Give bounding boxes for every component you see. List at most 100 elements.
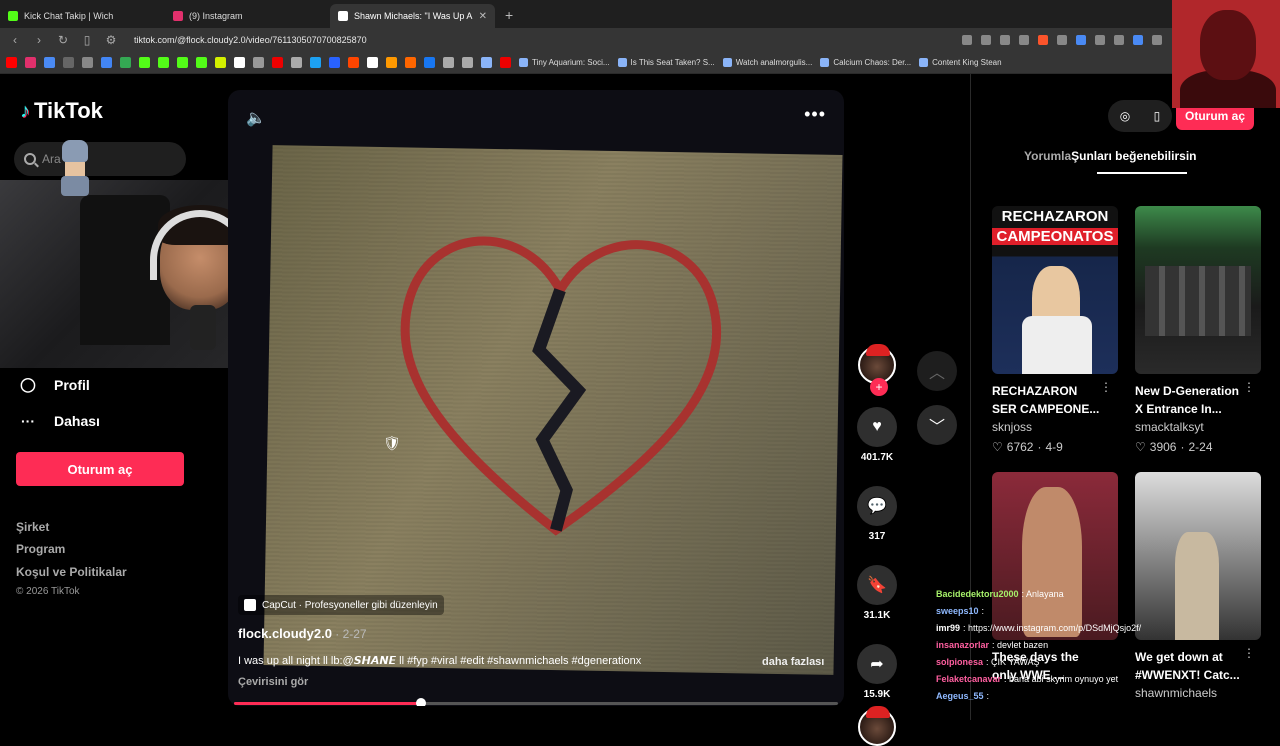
compass-icon[interactable]: ◎ (1120, 109, 1130, 123)
bookmark-icon[interactable] (6, 57, 17, 68)
save-button[interactable]: 🔖 (857, 565, 897, 605)
browser-tab-tiktok[interactable]: Shawn Michaels: "I Was Up A ✕ (330, 4, 495, 28)
card-more-icon[interactable]: ⋮ (1243, 380, 1255, 394)
save-count: 31.1K (863, 610, 891, 621)
bookmark-icon[interactable] (158, 57, 169, 68)
extension-icon[interactable] (1095, 35, 1105, 45)
card-more-icon[interactable]: ⋮ (1243, 646, 1255, 660)
capcut-badge[interactable]: CapCut · Profesyoneller gibi düzenleyin (238, 595, 444, 615)
bookmark-icon[interactable] (234, 57, 245, 68)
chat-message: Felaketcanavar: bana abi skyrim oynuyo y… (936, 671, 1166, 688)
like-button[interactable]: ♥ (857, 407, 897, 447)
bookmark-item[interactable]: Content King Stean (919, 58, 1002, 67)
bookmark-item[interactable]: Is This Seat Taken? S... (617, 58, 715, 67)
bookmark-icon[interactable] (310, 57, 321, 68)
extension-icon[interactable] (962, 35, 972, 45)
progress-knob[interactable] (416, 698, 427, 706)
extension-icon[interactable] (1057, 35, 1067, 45)
tab-suggested[interactable]: Şunları beğenebilirsin (1071, 149, 1196, 163)
mobile-icon[interactable]: ▯ (1154, 109, 1161, 123)
bookmark-icon[interactable] (367, 57, 378, 68)
site-info-icon[interactable]: ⚙ (104, 33, 118, 47)
bookmark-icon[interactable] (120, 57, 131, 68)
author-name[interactable]: flock.cloudy2.0 (238, 626, 332, 641)
follow-button[interactable]: + (870, 378, 888, 396)
bookmark-icon[interactable] (500, 57, 511, 68)
bookmark-icon[interactable] (63, 57, 74, 68)
extension-icon[interactable] (981, 35, 991, 45)
chat-username: Felaketcanavar (936, 674, 1002, 684)
bookmark-icon[interactable] (82, 57, 93, 68)
bookmark-icon[interactable] (386, 57, 397, 68)
card-more-icon[interactable]: ⋮ (1100, 380, 1112, 394)
bookmark-item[interactable]: Tiny Aquarium: Soci... (519, 58, 610, 67)
browser-tab-instagram[interactable]: (9) Instagram (165, 4, 330, 28)
url-field[interactable]: tiktok.com/@flock.cloudy2.0/video/761130… (134, 35, 367, 45)
bookmark-icon[interactable] (177, 57, 188, 68)
bookmark-icon[interactable] (253, 57, 264, 68)
extension-icon[interactable] (1076, 35, 1086, 45)
bookmark-icon[interactable] (291, 57, 302, 68)
bookmark-icon[interactable] (196, 57, 207, 68)
bookmark-icon[interactable] (101, 57, 112, 68)
card-title[interactable]: RECHAZARON SER CAMPEONE... (992, 382, 1104, 418)
bookmark-icon[interactable] (44, 57, 55, 68)
extension-icon[interactable] (1000, 35, 1010, 45)
bookmark-icon[interactable] (139, 57, 150, 68)
music-avatar[interactable] (858, 706, 896, 746)
bookmark-icon[interactable] (405, 57, 416, 68)
bookmark-icon[interactable] (462, 57, 473, 68)
bookmark-icon[interactable] (272, 57, 283, 68)
footer-link-company[interactable]: Şirket (16, 520, 49, 534)
extension-icon[interactable] (1019, 35, 1029, 45)
search-input[interactable]: Ara (14, 142, 186, 176)
bookmark-item[interactable]: Watch analmorgulis... (722, 58, 812, 67)
bookmark-item[interactable]: Calcium Chaos: Der... (820, 58, 911, 67)
video-thumbnail[interactable]: RECHAZARON CAMPEONATOS (992, 206, 1118, 374)
login-button[interactable]: Oturum aç (16, 452, 184, 486)
bookmark-icon[interactable] (25, 57, 36, 68)
tiktok-logo[interactable]: ♪ TikTok (20, 98, 103, 124)
volume-icon[interactable]: 🔈 (246, 108, 266, 128)
progress-bar[interactable] (234, 698, 838, 706)
extension-icon[interactable] (1114, 35, 1124, 45)
bookmark-icon[interactable] (215, 57, 226, 68)
video-player[interactable]: 🔈 ••• 🛡 CapCut · Profesyoneller gibi düz… (228, 90, 844, 706)
footer-link-terms[interactable]: Koşul ve Politikalar (16, 565, 127, 579)
bookmark-icon[interactable] (348, 57, 359, 68)
new-tab-button[interactable]: + (495, 7, 523, 28)
nav-profile[interactable]: ◯ Profil (20, 376, 90, 393)
card-title[interactable]: New D-Generation X Entrance In... (1135, 382, 1247, 418)
share-button[interactable]: ➦ (857, 644, 897, 684)
video-author[interactable]: flock.cloudy2.0 · 2-27 (238, 626, 367, 641)
extension-icon[interactable] (1133, 35, 1143, 45)
previous-video-button[interactable]: ︿ (917, 351, 957, 391)
close-tab-icon[interactable]: ✕ (479, 11, 487, 22)
bookmark-icon[interactable] (443, 57, 454, 68)
suggested-video-card[interactable]: RECHAZARON CAMPEONATOS RECHAZARON SER CA… (992, 206, 1118, 454)
browser-tab-kick[interactable]: Kick Chat Takip | Wich (0, 4, 165, 28)
nav-more[interactable]: ··· Dahası (20, 413, 100, 429)
extension-icon[interactable] (1152, 35, 1162, 45)
more-options-icon[interactable]: ••• (804, 104, 826, 125)
forward-icon[interactable]: › (32, 33, 46, 47)
card-author[interactable]: smacktalksyt (1135, 420, 1261, 434)
video-thumbnail[interactable] (1135, 206, 1261, 374)
tab-comments[interactable]: Yorumla (1024, 149, 1071, 163)
reload-icon[interactable]: ↻ (56, 33, 70, 47)
more-link[interactable]: daha fazlası (762, 656, 824, 668)
bookmark-icon[interactable]: ▯ (80, 33, 94, 47)
footer-link-program[interactable]: Program (16, 542, 65, 556)
suggested-video-card[interactable]: New D-Generation X Entrance In... ⋮ smac… (1135, 206, 1261, 454)
comment-button[interactable]: 💬 (857, 486, 897, 526)
brave-shield-icon[interactable] (1038, 35, 1048, 45)
back-icon[interactable]: ‹ (8, 33, 22, 47)
card-date: 2-24 (1188, 440, 1213, 454)
card-author[interactable]: sknjoss (992, 420, 1118, 434)
bookmark-icon[interactable] (424, 57, 435, 68)
bookmark-icon[interactable] (329, 57, 340, 68)
creator-avatar[interactable]: + (858, 344, 896, 396)
translate-link[interactable]: Çevirisini gör (238, 676, 308, 688)
bookmark-icon[interactable] (481, 57, 492, 68)
next-video-button[interactable]: ﹀ (917, 405, 957, 445)
